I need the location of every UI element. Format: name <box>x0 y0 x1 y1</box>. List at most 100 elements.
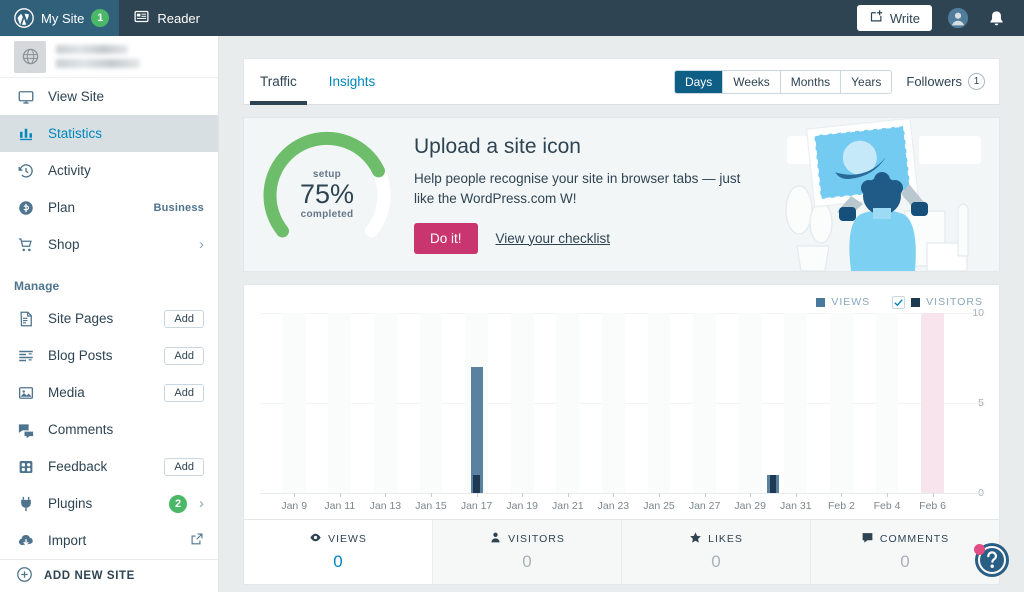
sidebar-item-plan[interactable]: Plan Business <box>0 189 218 226</box>
promo-body: Upload a site icon Help people recognise… <box>414 135 744 254</box>
help-bubble-button[interactable] <box>974 542 1010 578</box>
sidebar-item-label: Feedback <box>48 459 108 475</box>
sidebar-item-shop[interactable]: Shop › <box>0 226 218 263</box>
period-months[interactable]: Months <box>780 70 842 93</box>
sidebar-item-activity[interactable]: Activity <box>0 152 218 189</box>
period-weeks[interactable]: Weeks <box>723 70 781 93</box>
add-media-button[interactable]: Add <box>164 383 204 402</box>
chart-column-stripe[interactable] <box>260 313 283 493</box>
chart-x-tick <box>704 493 706 497</box>
legend-views[interactable]: VIEWS <box>816 296 870 308</box>
chart-column-stripe[interactable] <box>442 313 465 493</box>
sidebar-item-plugins[interactable]: Plugins 2 › <box>0 485 218 522</box>
do-it-button[interactable]: Do it! <box>414 222 478 254</box>
chart-x-tick <box>385 493 387 497</box>
chart-column-stripe[interactable] <box>602 313 625 493</box>
chart-column-stripe[interactable] <box>374 313 397 493</box>
chart-column-stripe[interactable] <box>351 313 374 493</box>
legend-visitors-checkbox[interactable] <box>892 295 906 309</box>
chart-x-tick-label: Jan 23 <box>597 500 630 512</box>
summary-likes-label: LIKES <box>708 533 743 545</box>
chart-column-stripe[interactable] <box>853 313 876 493</box>
user-avatar-icon[interactable] <box>946 6 970 30</box>
chart-column-stripe[interactable] <box>282 313 306 493</box>
summary-views-value: 0 <box>333 552 343 571</box>
chart-column-stripe[interactable] <box>807 313 830 493</box>
add-new-site-button[interactable]: ADD NEW SITE <box>0 559 218 592</box>
masthead-my-site[interactable]: My Site 1 <box>0 0 120 36</box>
summary-views-label-row: VIEWS <box>244 531 432 547</box>
sidebar-item-import[interactable]: Import <box>0 522 218 559</box>
chart-column-stripe[interactable] <box>738 313 762 493</box>
summary-comments-label-row: COMMENTS <box>811 531 999 547</box>
bar-chart-icon <box>16 124 36 144</box>
masthead-reader[interactable]: Reader <box>119 0 210 36</box>
chart-column-stripe[interactable] <box>875 313 899 493</box>
setup-progress-gauge: setup 75% completed <box>262 130 392 260</box>
chart-column-stripe[interactable] <box>306 313 329 493</box>
help-notification-dot <box>974 544 985 555</box>
sidebar-item-site-pages[interactable]: Site Pages Add <box>0 300 218 337</box>
chart-column-stripe[interactable] <box>647 313 671 493</box>
site-header[interactable] <box>0 36 218 79</box>
chart-column-stripe[interactable] <box>556 313 580 493</box>
chart-column-stripe[interactable] <box>579 313 602 493</box>
chart-column-stripe[interactable] <box>716 313 739 493</box>
summary-tab-likes[interactable]: LIKES 0 <box>622 520 811 584</box>
gauge-percent: 75% <box>299 179 355 209</box>
chart-column-stripe[interactable] <box>693 313 716 493</box>
chart-column-stripe[interactable] <box>830 313 853 493</box>
legend-views-label: VIEWS <box>831 296 871 308</box>
chart-column-stripe[interactable] <box>762 313 785 493</box>
person-icon <box>489 531 502 547</box>
chart-x-tick <box>841 493 843 497</box>
chart-plot-inner: 0 5 10 <box>260 307 985 499</box>
sidebar-item-feedback[interactable]: Feedback Add <box>0 448 218 485</box>
add-blog-post-button[interactable]: Add <box>164 346 204 365</box>
sidebar-item-statistics[interactable]: Statistics <box>0 115 218 153</box>
followers-link[interactable]: Followers 1 <box>906 73 985 90</box>
add-site-page-button[interactable]: Add <box>164 309 204 328</box>
add-feedback-button[interactable]: Add <box>164 457 204 476</box>
chart-x-tick <box>659 493 660 497</box>
sidebar-item-label: Media <box>48 385 85 401</box>
bell-icon[interactable] <box>984 6 1008 30</box>
tab-traffic[interactable]: Traffic <box>244 59 313 105</box>
legend-visitors[interactable]: VISITORS <box>892 295 983 309</box>
chart-column-stripe[interactable] <box>898 313 921 493</box>
chart-x-tick-label: Jan 15 <box>415 500 447 512</box>
tab-insights[interactable]: Insights <box>313 59 392 104</box>
chart-bar-visitors[interactable] <box>769 475 777 493</box>
chart-bar-visitors[interactable] <box>473 475 480 493</box>
sidebar-item-comments[interactable]: Comments <box>0 411 218 448</box>
chart-column-stripe[interactable] <box>419 313 443 493</box>
promo-actions: Do it! View your checklist <box>414 222 744 254</box>
chart-column-stripe[interactable] <box>534 313 557 493</box>
chart-x-tick-label: Jan 13 <box>369 500 402 512</box>
sidebar-item-view-site[interactable]: View Site <box>0 78 218 115</box>
sidebar-item-blog-posts[interactable]: Blog Posts Add <box>0 337 218 374</box>
summary-tab-views[interactable]: VIEWS 0 <box>244 520 433 584</box>
chart-x-axis-inner: Jan 9 Jan 11 Jan 13 Jan 15 Jan 17 Jan 19 Jan 2… <box>260 493 946 519</box>
chart-column-stripe[interactable] <box>784 313 808 493</box>
import-icon <box>16 531 36 551</box>
period-years[interactable]: Years <box>841 70 892 93</box>
period-days[interactable]: Days <box>674 70 724 93</box>
chart-column-stripe[interactable] <box>510 313 534 493</box>
monitor-icon <box>16 87 36 107</box>
chart-column-stripe[interactable] <box>397 313 420 493</box>
sidebar-item-media[interactable]: Media Add <box>0 374 218 411</box>
view-checklist-link[interactable]: View your checklist <box>496 231 611 246</box>
chart-column-stripe[interactable] <box>328 313 352 493</box>
chart-column-stripe[interactable] <box>625 313 648 493</box>
chart-x-tick <box>522 493 524 497</box>
chart-column-stripe[interactable] <box>488 313 511 493</box>
chart-y-tick-label: 10 <box>972 307 984 319</box>
sidebar-item-label: Shop <box>48 237 80 253</box>
chart-x-tick <box>431 493 432 497</box>
chart-highlight-column[interactable] <box>921 313 944 493</box>
summary-tab-comments[interactable]: COMMENTS 0 <box>811 520 999 584</box>
write-button[interactable]: Write <box>856 5 932 31</box>
summary-tab-visitors[interactable]: VISITORS 0 <box>433 520 622 584</box>
chart-column-stripe[interactable] <box>670 313 693 493</box>
